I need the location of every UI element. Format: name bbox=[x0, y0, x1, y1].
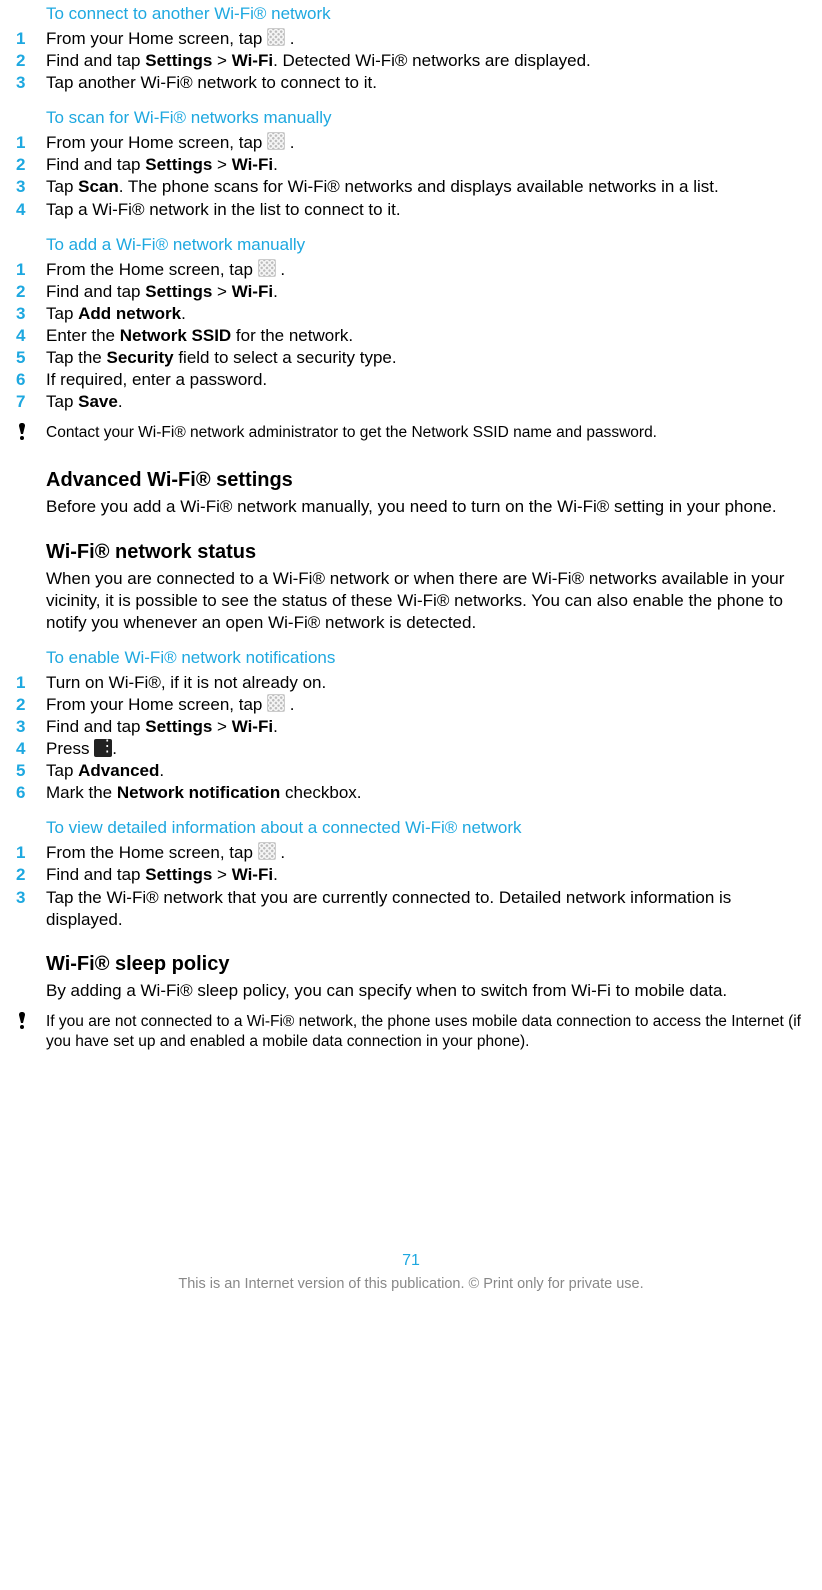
list-item: Find and tap Settings > Wi-Fi. Detected … bbox=[14, 50, 808, 72]
body-network-status: When you are connected to a Wi-Fi® netwo… bbox=[46, 568, 808, 634]
heading-sleep-policy: Wi-Fi® sleep policy bbox=[46, 953, 808, 976]
exclamation-icon bbox=[14, 1012, 46, 1030]
steps-add-manually: From the Home screen, tap . Find and tap… bbox=[14, 259, 808, 414]
section-title-view-detailed: To view detailed information about a con… bbox=[46, 818, 808, 838]
list-item: Find and tap Settings > Wi-Fi. bbox=[14, 864, 808, 886]
section-title-scan-manually: To scan for Wi-Fi® networks manually bbox=[46, 108, 808, 128]
app-grid-icon bbox=[258, 259, 276, 277]
list-item: Find and tap Settings > Wi-Fi. bbox=[14, 281, 808, 303]
list-item: Tap Advanced. bbox=[14, 760, 808, 782]
app-grid-icon bbox=[267, 28, 285, 46]
steps-connect-another: From your Home screen, tap . Find and ta… bbox=[14, 28, 808, 94]
list-item: From your Home screen, tap . bbox=[14, 132, 808, 154]
list-item: Tap another Wi-Fi® network to connect to… bbox=[14, 72, 808, 94]
page-number: 71 bbox=[14, 1252, 808, 1270]
app-grid-icon bbox=[258, 842, 276, 860]
menu-icon bbox=[94, 739, 112, 757]
note-text: Contact your Wi-Fi® network administrato… bbox=[46, 423, 808, 443]
app-grid-icon bbox=[267, 694, 285, 712]
steps-scan-manually: From your Home screen, tap . Find and ta… bbox=[14, 132, 808, 220]
list-item: Tap Save. bbox=[14, 391, 808, 413]
list-item: From the Home screen, tap . bbox=[14, 842, 808, 864]
list-item: Turn on Wi-Fi®, if it is not already on. bbox=[14, 672, 808, 694]
list-item: From your Home screen, tap . bbox=[14, 28, 808, 50]
section-title-add-manually: To add a Wi-Fi® network manually bbox=[46, 235, 808, 255]
list-item: Find and tap Settings > Wi-Fi. bbox=[14, 716, 808, 738]
note-text: If you are not connected to a Wi-Fi® net… bbox=[46, 1012, 808, 1052]
heading-network-status: Wi-Fi® network status bbox=[46, 541, 808, 564]
list-item: Find and tap Settings > Wi-Fi. bbox=[14, 154, 808, 176]
list-item: Enter the Network SSID for the network. bbox=[14, 325, 808, 347]
note-sleep-policy: If you are not connected to a Wi-Fi® net… bbox=[14, 1012, 808, 1052]
heading-advanced-settings: Advanced Wi-Fi® settings bbox=[46, 469, 808, 492]
copyright-line: This is an Internet version of this publ… bbox=[14, 1276, 808, 1292]
exclamation-icon bbox=[14, 423, 46, 441]
section-title-connect-another: To connect to another Wi-Fi® network bbox=[46, 4, 808, 24]
section-title-enable-notifications: To enable Wi-Fi® network notifications bbox=[46, 648, 808, 668]
list-item: From the Home screen, tap . bbox=[14, 259, 808, 281]
page-content: To connect to another Wi-Fi® network Fro… bbox=[0, 4, 822, 1292]
list-item: Mark the Network notification checkbox. bbox=[14, 782, 808, 804]
list-item: Press . bbox=[14, 738, 808, 760]
list-item: Tap Scan. The phone scans for Wi-Fi® net… bbox=[14, 176, 808, 198]
list-item: Tap Add network. bbox=[14, 303, 808, 325]
app-grid-icon bbox=[267, 132, 285, 150]
list-item: Tap a Wi-Fi® network in the list to conn… bbox=[14, 199, 808, 221]
list-item: If required, enter a password. bbox=[14, 369, 808, 391]
list-item: From your Home screen, tap . bbox=[14, 694, 808, 716]
body-sleep-policy: By adding a Wi-Fi® sleep policy, you can… bbox=[46, 980, 808, 1002]
list-item: Tap the Wi-Fi® network that you are curr… bbox=[14, 887, 808, 931]
steps-view-detailed: From the Home screen, tap . Find and tap… bbox=[14, 842, 808, 930]
steps-enable-notifications: Turn on Wi-Fi®, if it is not already on.… bbox=[14, 672, 808, 805]
body-advanced-settings: Before you add a Wi-Fi® network manually… bbox=[46, 496, 808, 518]
note-ssid-admin: Contact your Wi-Fi® network administrato… bbox=[14, 423, 808, 443]
list-item: Tap the Security field to select a secur… bbox=[14, 347, 808, 369]
